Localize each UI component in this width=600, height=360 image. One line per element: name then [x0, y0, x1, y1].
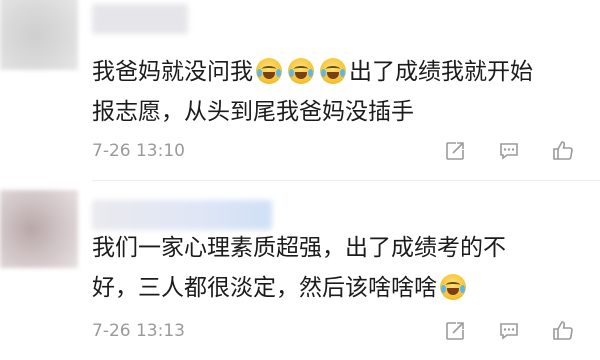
laugh-cry-emoji-icon — [288, 58, 314, 84]
comment-text-line: 我们一家心理素质超强，出了成绩考的不 — [92, 235, 506, 261]
like-icon — [553, 321, 573, 340]
username-blurred[interactable] — [92, 200, 272, 230]
like-icon — [553, 141, 573, 160]
comment-icon — [500, 323, 518, 340]
laugh-cry-emoji-icon — [320, 58, 346, 84]
comment-item: 我们一家心理素质超强，出了成绩考的不 好，三人都很淡定，然后该啥啥啥 7-26 … — [0, 180, 600, 360]
avatar[interactable] — [0, 190, 78, 268]
comment-timestamp: 7-26 13:10 — [92, 141, 185, 161]
comment-text: 我爸妈就没问我 出了成绩我就开始 报志愿，从头到尾我爸妈没插手 — [92, 52, 586, 132]
share-icon — [446, 142, 464, 160]
laugh-cry-emoji-icon — [440, 274, 466, 300]
share-button[interactable] — [428, 316, 482, 346]
like-button[interactable] — [536, 136, 590, 166]
share-icon — [446, 322, 464, 340]
avatar[interactable] — [0, 0, 78, 70]
comment-timestamp: 7-26 13:13 — [92, 321, 185, 341]
comment-text-line: 我爸妈就没问我 — [92, 59, 253, 85]
comment-item: 我爸妈就没问我 出了成绩我就开始 报志愿，从头到尾我爸妈没插手 7-26 13:1… — [0, 0, 600, 180]
comment-text-line: 好，三人都很淡定，然后该啥啥啥 — [92, 275, 437, 301]
comment-text-line: 出了成绩我就开始 — [349, 59, 533, 85]
laugh-cry-emoji-icon — [256, 58, 282, 84]
like-button[interactable] — [536, 316, 590, 346]
reply-button[interactable] — [482, 136, 536, 166]
reply-button[interactable] — [482, 316, 536, 346]
comment-text-line: 报志愿，从头到尾我爸妈没插手 — [92, 99, 414, 125]
share-button[interactable] — [428, 136, 482, 166]
comment-actions — [428, 136, 590, 166]
comment-actions — [428, 316, 590, 346]
comment-text: 我们一家心理素质超强，出了成绩考的不 好，三人都很淡定，然后该啥啥啥 — [92, 228, 586, 308]
username-blurred[interactable] — [92, 4, 188, 34]
comment-icon — [500, 143, 518, 160]
